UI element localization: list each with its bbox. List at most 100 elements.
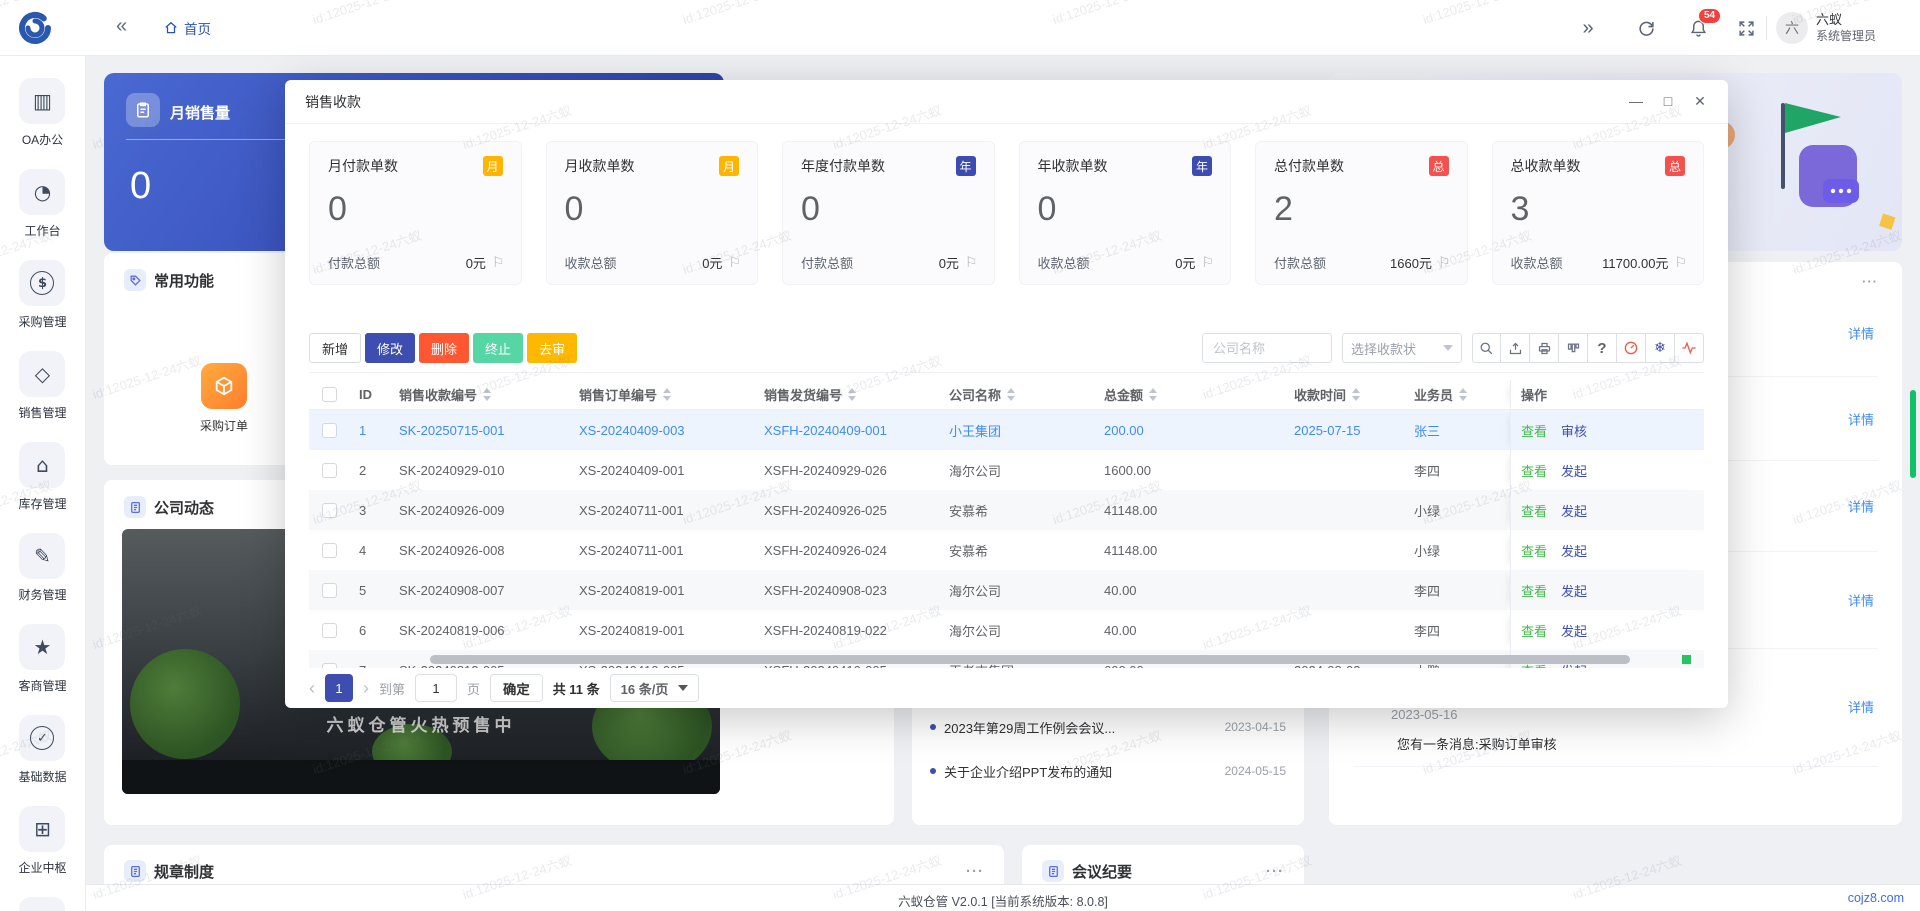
next-page-icon[interactable]: › (363, 678, 369, 699)
status-select[interactable]: 选择收款状 (1342, 333, 1462, 363)
search-icon-button[interactable] (1472, 333, 1501, 363)
sort-icon[interactable] (848, 388, 857, 401)
submit-review-button[interactable]: 去审 (527, 333, 578, 363)
user-avatar[interactable]: 六 (1776, 12, 1808, 44)
fullscreen-icon[interactable] (1728, 0, 1764, 56)
sort-icon[interactable] (663, 388, 672, 401)
column-header[interactable]: ID (349, 380, 389, 409)
sidebar-item-sales[interactable]: ◇ 销售管理 (18, 351, 67, 421)
table-row[interactable]: 2 SK-20240929-010 XS-20240409-001 XSFH-2024… (309, 450, 1704, 490)
edit-button[interactable]: 修改 (365, 333, 416, 363)
refresh-icon[interactable] (1628, 0, 1664, 56)
column-header[interactable]: 收款时间 (1284, 380, 1404, 409)
workflow-link[interactable]: 发起 (1561, 501, 1587, 520)
detail-link[interactable]: 详情 (1848, 697, 1874, 716)
sidebar-item-finance[interactable]: ✎ 财务管理 (18, 533, 67, 603)
row-checkbox[interactable] (321, 662, 337, 668)
workflow-link[interactable]: 发起 (1561, 621, 1587, 640)
table-row[interactable]: 5 SK-20240908-007 XS-20240819-001 XSFH-2024… (309, 570, 1704, 610)
page-size-select[interactable]: 16 条/页 (609, 674, 700, 702)
page-scrollbar-thumb[interactable] (1910, 390, 1916, 478)
export-icon-button[interactable] (1501, 333, 1530, 363)
cell-salesperson: 李四 (1414, 583, 1441, 599)
sidebar-item-basedata[interactable]: ✓ 基础数据 (18, 715, 67, 785)
view-link[interactable]: 查看 (1521, 501, 1547, 520)
workflow-link[interactable]: 发起 (1561, 541, 1587, 560)
workflow-link[interactable]: 审核 (1561, 421, 1587, 440)
notification-bell-icon[interactable]: 54 (1680, 0, 1722, 56)
prev-page-icon[interactable]: ‹ (309, 678, 315, 699)
column-header[interactable]: 公司名称 (939, 380, 1094, 409)
columns-icon-button[interactable] (1559, 333, 1588, 363)
company-search-input[interactable] (1202, 333, 1332, 363)
shortcut-purchase-order[interactable]: 采购订单 (176, 363, 272, 434)
row-checkbox[interactable] (321, 622, 337, 638)
view-link[interactable]: 查看 (1521, 581, 1547, 600)
column-header[interactable]: 销售订单编号 (569, 380, 754, 409)
column-header[interactable]: 销售发货编号 (754, 380, 939, 409)
freeze-icon-button[interactable]: ❄ (1646, 333, 1675, 363)
delete-button[interactable]: 删除 (419, 333, 470, 363)
sort-icon[interactable] (483, 388, 492, 401)
sort-icon[interactable] (1352, 388, 1361, 401)
pulse-icon-button[interactable] (1675, 333, 1704, 363)
detail-link[interactable]: 详情 (1848, 409, 1874, 428)
sidebar-item-workbench[interactable]: ◔ 工作台 (19, 169, 66, 239)
detail-link[interactable]: 详情 (1848, 323, 1874, 342)
add-button[interactable]: 新增 (309, 333, 362, 363)
notice-item[interactable]: 关于企业介绍PPT发布的通知 2024-05-15 (930, 750, 1286, 792)
terminate-button[interactable]: 终止 (473, 333, 524, 363)
horizontal-scrollbar[interactable] (430, 655, 1630, 664)
table-row[interactable]: 1 SK-20250715-001 XS-20240409-003 XSFH-2024… (309, 410, 1704, 450)
stat-card-badge: 总 (1428, 156, 1449, 176)
sidebar-item-inventory[interactable]: ⌂ 库存管理 (18, 442, 67, 512)
column-header[interactable]: 操作 (1510, 380, 1704, 409)
sidebar-item-partners[interactable]: ★ 客商管理 (18, 624, 67, 694)
sidebar-collapse-icon[interactable]: « (116, 15, 127, 38)
row-checkbox[interactable] (321, 502, 337, 518)
monitor-icon-button[interactable] (1617, 333, 1646, 363)
current-page-button[interactable]: 1 (325, 674, 353, 702)
goto-confirm-button[interactable]: 确定 (490, 674, 543, 702)
notice-item[interactable]: 2023年第29周工作例会会议... 2023-04-15 (930, 706, 1286, 748)
column-header[interactable]: 总金额 (1094, 380, 1284, 409)
select-all-checkbox[interactable] (321, 387, 337, 402)
footer-link[interactable]: cojz8.com (1848, 891, 1904, 905)
print-icon-button[interactable] (1530, 333, 1559, 363)
sort-icon[interactable] (1459, 388, 1468, 401)
maximize-icon[interactable]: □ (1660, 93, 1676, 110)
goto-page-input[interactable] (415, 674, 458, 702)
sort-icon[interactable] (1149, 388, 1158, 401)
panel-menu-icon[interactable]: ··· (966, 863, 984, 880)
help-icon-button[interactable]: ? (1588, 333, 1617, 363)
view-link[interactable]: 查看 (1521, 461, 1547, 480)
row-checkbox[interactable] (321, 542, 337, 558)
column-header[interactable]: 业务员 (1404, 380, 1510, 409)
user-info[interactable]: 六蚁 系统管理员 (1816, 11, 1876, 45)
sidebar-item-dev[interactable]: </> (19, 897, 66, 911)
detail-link[interactable]: 详情 (1848, 497, 1874, 516)
sidebar-item-oa[interactable]: ▥ OA办公 (19, 78, 66, 148)
close-icon[interactable]: ✕ (1692, 93, 1708, 110)
table-row[interactable]: 3 SK-20240926-009 XS-20240711-001 XSFH-2024… (309, 490, 1704, 530)
table-row[interactable]: 6 SK-20240819-006 XS-20240819-001 XSFH-2024… (309, 610, 1704, 650)
view-link[interactable]: 查看 (1521, 541, 1547, 560)
row-checkbox[interactable] (321, 582, 337, 598)
row-checkbox[interactable] (321, 422, 337, 438)
sidebar-item-purchase[interactable]: $ 采购管理 (18, 260, 67, 330)
more-tabs-icon[interactable]: » (1570, 0, 1606, 56)
view-link[interactable]: 查看 (1521, 421, 1547, 440)
sidebar-item-enterprise[interactable]: ⊞ 企业中枢 (18, 806, 67, 876)
panel-menu-icon[interactable]: ··· (1862, 274, 1878, 289)
column-header[interactable]: 销售收款编号 (389, 380, 569, 409)
table-row[interactable]: 4 SK-20240926-008 XS-20240711-001 XSFH-2024… (309, 530, 1704, 570)
tab-home[interactable]: 首页 (154, 0, 221, 55)
row-checkbox[interactable] (321, 462, 337, 478)
sort-icon[interactable] (1007, 388, 1016, 401)
minimize-icon[interactable]: — (1628, 93, 1644, 110)
detail-link[interactable]: 详情 (1848, 591, 1874, 610)
panel-menu-icon[interactable]: ··· (1266, 863, 1284, 880)
view-link[interactable]: 查看 (1521, 621, 1547, 640)
workflow-link[interactable]: 发起 (1561, 461, 1587, 480)
workflow-link[interactable]: 发起 (1561, 581, 1587, 600)
